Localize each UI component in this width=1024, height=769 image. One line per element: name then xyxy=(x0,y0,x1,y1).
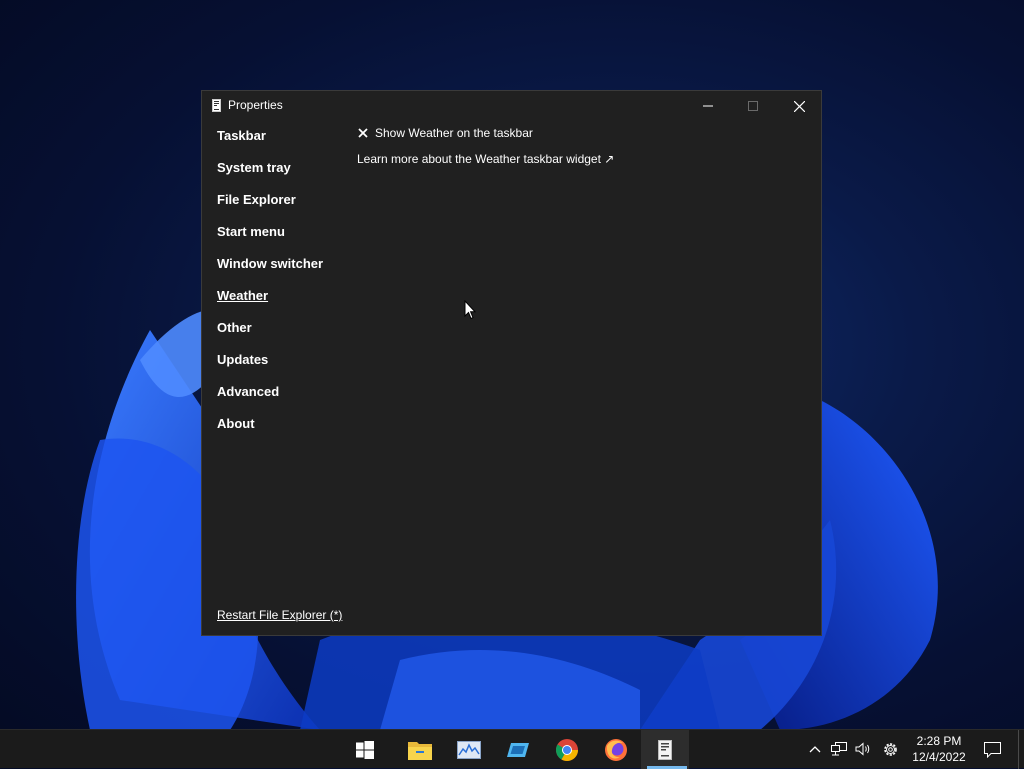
nav-item-weather[interactable]: Weather xyxy=(217,288,268,303)
restart-file-explorer-link[interactable]: Restart File Explorer (*) xyxy=(217,608,342,622)
start-button[interactable] xyxy=(342,730,388,769)
clock-date: 12/4/2022 xyxy=(912,750,966,764)
taskbar-chrome[interactable] xyxy=(544,730,590,769)
show-desktop-button[interactable] xyxy=(1018,730,1024,769)
resource-monitor-icon xyxy=(457,740,481,759)
settings-tray-button[interactable] xyxy=(880,738,900,760)
taskbar: 2:28 PM 12/4/2022 xyxy=(0,729,1024,769)
nav-item-window-switcher[interactable]: Window switcher xyxy=(217,256,323,271)
firefox-icon xyxy=(605,738,627,761)
chrome-icon xyxy=(556,738,578,761)
clock-time: 2:28 PM xyxy=(916,734,962,748)
taskbar-file-explorer[interactable] xyxy=(397,730,443,769)
window-title: Properties xyxy=(228,98,283,112)
chevron-up-icon xyxy=(809,746,821,753)
network-tray-button[interactable] xyxy=(829,738,849,760)
title-bar[interactable]: Properties xyxy=(202,91,821,121)
show-weather-option[interactable]: Show Weather on the taskbar xyxy=(357,126,533,140)
nav-item-advanced[interactable]: Advanced xyxy=(217,384,279,399)
mouse-cursor-icon xyxy=(464,300,476,320)
taskbar-firefox[interactable] xyxy=(593,730,639,769)
volume-tray-button[interactable] xyxy=(853,738,873,760)
start-icon xyxy=(356,740,374,759)
file-explorer-icon xyxy=(408,741,432,760)
taskbar-clock[interactable]: 2:28 PM 12/4/2022 xyxy=(906,733,972,765)
nav-item-updates[interactable]: Updates xyxy=(217,352,268,367)
show-weather-label: Show Weather on the taskbar xyxy=(375,126,533,140)
taskbar-properties-app[interactable] xyxy=(642,730,688,769)
network-icon xyxy=(831,742,847,756)
nav-item-file-explorer[interactable]: File Explorer xyxy=(217,192,296,207)
nav-item-taskbar[interactable]: Taskbar xyxy=(217,128,266,143)
unchecked-x-icon xyxy=(358,128,368,138)
gear-icon xyxy=(883,742,897,756)
maximize-icon xyxy=(748,101,758,111)
close-icon xyxy=(793,100,805,112)
close-button[interactable] xyxy=(776,91,822,121)
nav-item-system-tray[interactable]: System tray xyxy=(217,160,291,175)
maximize-button[interactable] xyxy=(730,91,776,121)
notification-icon xyxy=(983,741,1001,758)
minimize-icon xyxy=(703,105,713,107)
app-icon xyxy=(507,742,529,757)
taskbar-app[interactable] xyxy=(495,730,541,769)
minimize-button[interactable] xyxy=(685,91,731,121)
properties-app-icon xyxy=(212,99,221,112)
nav-item-about[interactable]: About xyxy=(217,416,255,431)
nav-item-start-menu[interactable]: Start menu xyxy=(217,224,285,239)
taskbar-resource-monitor[interactable] xyxy=(446,730,492,769)
show-hidden-icons-button[interactable] xyxy=(805,738,825,760)
properties-app-icon xyxy=(658,739,672,760)
nav-item-other[interactable]: Other xyxy=(217,320,252,335)
properties-window: Properties Taskbar System tray File Expl… xyxy=(201,90,822,636)
action-center-button[interactable] xyxy=(980,730,1004,769)
learn-more-link[interactable]: Learn more about the Weather taskbar wid… xyxy=(357,152,614,166)
volume-icon xyxy=(855,742,869,756)
